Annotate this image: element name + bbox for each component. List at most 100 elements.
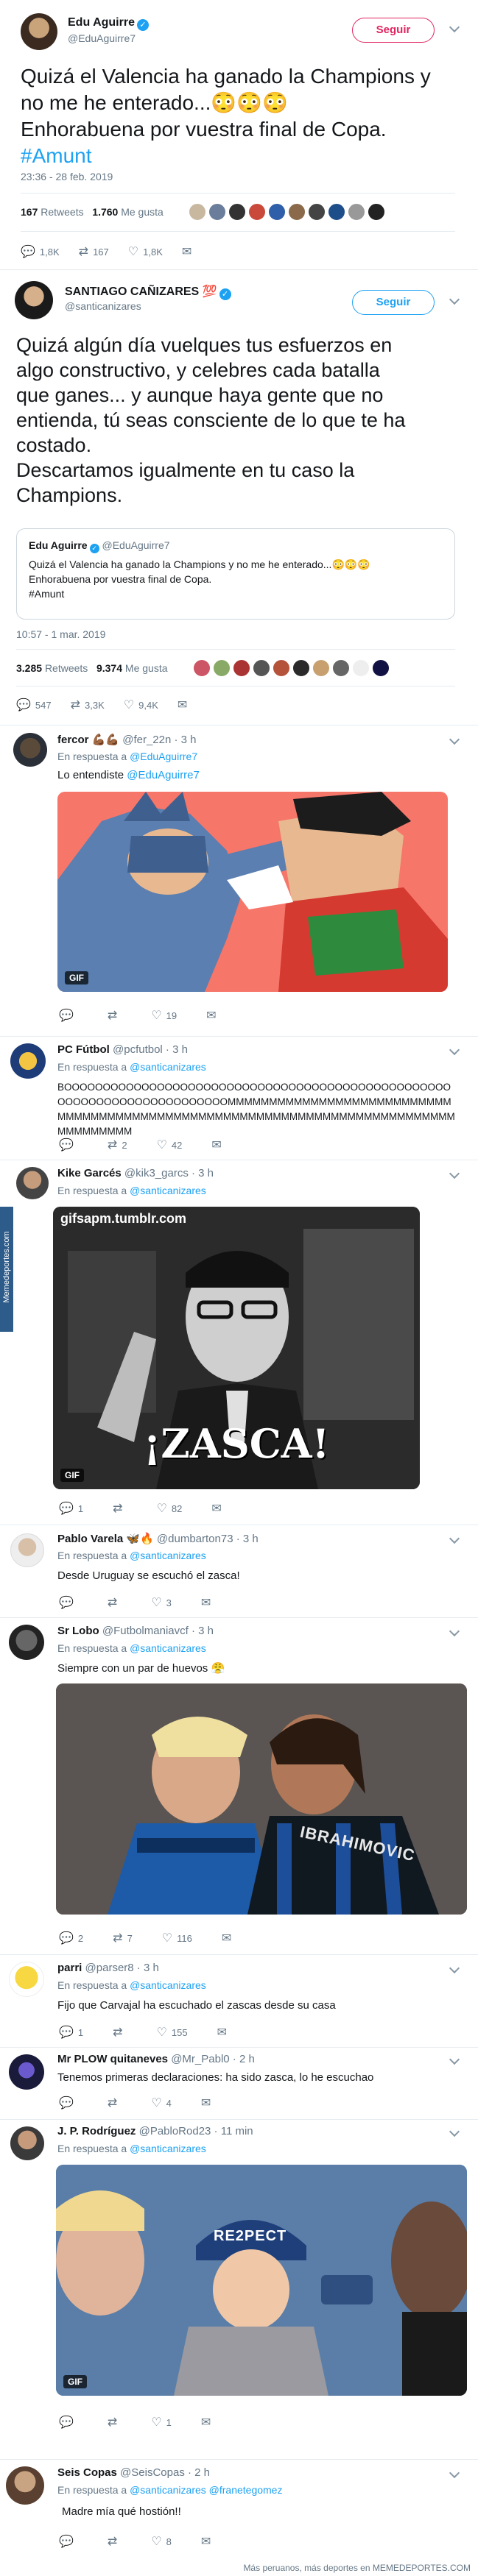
liker-avatars[interactable] <box>193 659 392 677</box>
retweet-button[interactable]: ⇄ <box>113 1501 127 1516</box>
message-button[interactable]: ✉ <box>211 1501 225 1516</box>
mention-link[interactable]: @santicanizares <box>130 1061 206 1073</box>
retweet-button[interactable]: ⇄ <box>108 1595 122 1610</box>
chevron-down-icon[interactable] <box>449 1962 460 1974</box>
retweet-button[interactable]: ⇄ 3,3K <box>71 698 105 712</box>
message-button[interactable]: ✉ <box>182 244 196 259</box>
reply-button[interactable]: 💬 1 <box>59 2025 83 2040</box>
author-handle[interactable]: @santicanizares <box>65 300 141 312</box>
retweet-icon: ⇄ <box>70 699 81 712</box>
avatar[interactable] <box>10 1533 44 1567</box>
batman-gif[interactable]: GIF <box>57 792 448 992</box>
retweet-button[interactable]: ⇄ <box>108 2415 122 2430</box>
chevron-down-icon[interactable] <box>449 1533 460 1544</box>
avatar[interactable] <box>6 2466 44 2505</box>
retweet-button[interactable]: ⇄ 2 <box>108 1138 127 1152</box>
zasca-gif[interactable]: gifsapm.tumblr.com ¡ZASCA! GIF <box>53 1207 420 1489</box>
reply-button[interactable]: 💬 1 <box>59 1501 83 1516</box>
timestamp[interactable]: 23:36 - 28 feb. 2019 <box>21 171 113 182</box>
message-button[interactable]: ✉ <box>211 1138 225 1152</box>
message-button[interactable]: ✉ <box>201 2096 215 2110</box>
message-button[interactable]: ✉ <box>217 2025 231 2040</box>
mail-icon: ✉ <box>181 246 192 258</box>
follow-button[interactable]: Seguir <box>352 290 435 315</box>
avatar[interactable] <box>13 733 47 767</box>
retweet-button[interactable]: ⇄ 167 <box>79 244 109 259</box>
engagement-stats: 167 Retweets 1.760 Me gusta <box>21 206 164 218</box>
avatar[interactable] <box>9 2054 44 2090</box>
heart-icon: ♡ <box>151 2536 162 2548</box>
retweet-button[interactable]: ⇄ 7 <box>113 1931 133 1945</box>
like-button[interactable]: ♡ 155 <box>157 2025 188 2040</box>
reply-header: Pablo Varela 🦋🔥 @dumbarton73 · 3 h <box>57 1533 259 1545</box>
like-button[interactable]: ♡ 82 <box>157 1501 183 1516</box>
mention-link[interactable]: @santicanizares <box>130 2143 206 2154</box>
like-button[interactable]: ♡ 42 <box>157 1138 183 1152</box>
reply-button[interactable]: 💬 <box>59 2096 78 2110</box>
author-name[interactable]: SANTIAGO CAÑIZARES 💯 ✓ <box>65 284 231 300</box>
reply-button[interactable]: 💬 <box>59 1008 78 1023</box>
respect-gif[interactable]: RE2PECT GIF <box>56 2165 467 2396</box>
like-button[interactable]: ♡ 8 <box>151 2534 172 2549</box>
chevron-down-icon[interactable] <box>449 294 460 305</box>
author-name[interactable]: Edu Aguirre ✓ <box>68 16 149 31</box>
like-button[interactable]: ♡ 9,4K <box>124 698 158 712</box>
hashtag-link[interactable]: #Amunt <box>21 143 431 169</box>
reply-button[interactable]: 💬 <box>59 2415 78 2430</box>
mention-link[interactable]: @santicanizares @franetegomez <box>130 2484 282 2496</box>
reply-icon: 💬 <box>59 2416 74 2429</box>
avatar[interactable] <box>10 1043 46 1079</box>
message-button[interactable]: ✉ <box>178 698 191 712</box>
reply-context: En respuesta a @santicanizares <box>57 1061 206 1073</box>
chevron-down-icon[interactable] <box>449 2054 460 2065</box>
mention-link[interactable]: @santicanizares <box>130 1550 206 1561</box>
avatar[interactable] <box>21 13 57 50</box>
follow-button[interactable]: Seguir <box>352 18 435 43</box>
mention-link[interactable]: @EduAguirre7 <box>127 769 200 781</box>
avatar[interactable] <box>9 1962 44 1997</box>
chevron-down-icon[interactable] <box>449 734 460 745</box>
message-button[interactable]: ✉ <box>201 2534 215 2549</box>
like-button[interactable]: ♡ 4 <box>151 2096 172 2110</box>
like-button[interactable]: ♡ 19 <box>151 1008 177 1023</box>
like-button[interactable]: ♡ 116 <box>162 1931 192 1945</box>
chevron-down-icon[interactable] <box>449 21 460 33</box>
reply-button[interactable]: 💬 <box>59 1595 78 1610</box>
chevron-down-icon[interactable] <box>449 1168 460 1179</box>
mention-link[interactable]: @santicanizares <box>130 1642 206 1654</box>
retweet-button[interactable]: ⇄ <box>113 2025 127 2040</box>
chevron-down-icon[interactable] <box>449 2467 460 2479</box>
reply-button[interactable]: 💬 <box>59 1138 78 1152</box>
like-button[interactable]: ♡ 3 <box>151 1595 172 1610</box>
retweet-button[interactable]: ⇄ <box>108 2096 122 2110</box>
reply-button[interactable]: 💬 547 <box>16 698 52 712</box>
chevron-down-icon[interactable] <box>449 1044 460 1056</box>
reply-button[interactable]: 💬 <box>59 2534 78 2549</box>
reply-button[interactable]: 💬 1,8K <box>21 244 60 259</box>
ibrahimovic-photo[interactable]: IBRAHIMOVIC <box>56 1683 467 1915</box>
message-button[interactable]: ✉ <box>222 1931 236 1945</box>
retweet-button[interactable]: ⇄ <box>108 2534 122 2549</box>
timestamp[interactable]: 10:57 - 1 mar. 2019 <box>16 628 105 640</box>
avatar[interactable] <box>9 1625 44 1660</box>
avatar[interactable] <box>10 2126 44 2160</box>
reply-tweet: fercor 💪🏾💪🏾 @fer_22n · 3 h En respuesta … <box>0 727 478 1036</box>
message-button[interactable]: ✉ <box>201 1595 215 1610</box>
retweet-button[interactable]: ⇄ <box>108 1008 122 1023</box>
mention-link[interactable]: @santicanizares <box>130 1979 206 1991</box>
tweet-actions: 💬 2 ⇄ 7 ♡ 116 ✉ <box>59 1931 255 1945</box>
chevron-down-icon[interactable] <box>449 2126 460 2137</box>
liker-avatars[interactable] <box>189 203 387 221</box>
chevron-down-icon[interactable] <box>449 1625 460 1637</box>
avatar[interactable] <box>15 281 53 319</box>
message-button[interactable]: ✉ <box>201 2415 215 2430</box>
message-button[interactable]: ✉ <box>206 1008 220 1023</box>
reply-button[interactable]: 💬 2 <box>59 1931 83 1945</box>
avatar[interactable] <box>16 1167 49 1199</box>
like-button[interactable]: ♡ 1 <box>151 2415 172 2430</box>
mention-link[interactable]: @santicanizares <box>130 1185 206 1196</box>
quoted-tweet[interactable]: Edu Aguirre ✓ @EduAguirre7 Quizá el Valen… <box>16 528 455 620</box>
mention-link[interactable]: @EduAguirre7 <box>130 751 197 762</box>
like-button[interactable]: ♡ 1,8K <box>128 244 163 259</box>
author-handle[interactable]: @EduAguirre7 <box>68 32 136 44</box>
